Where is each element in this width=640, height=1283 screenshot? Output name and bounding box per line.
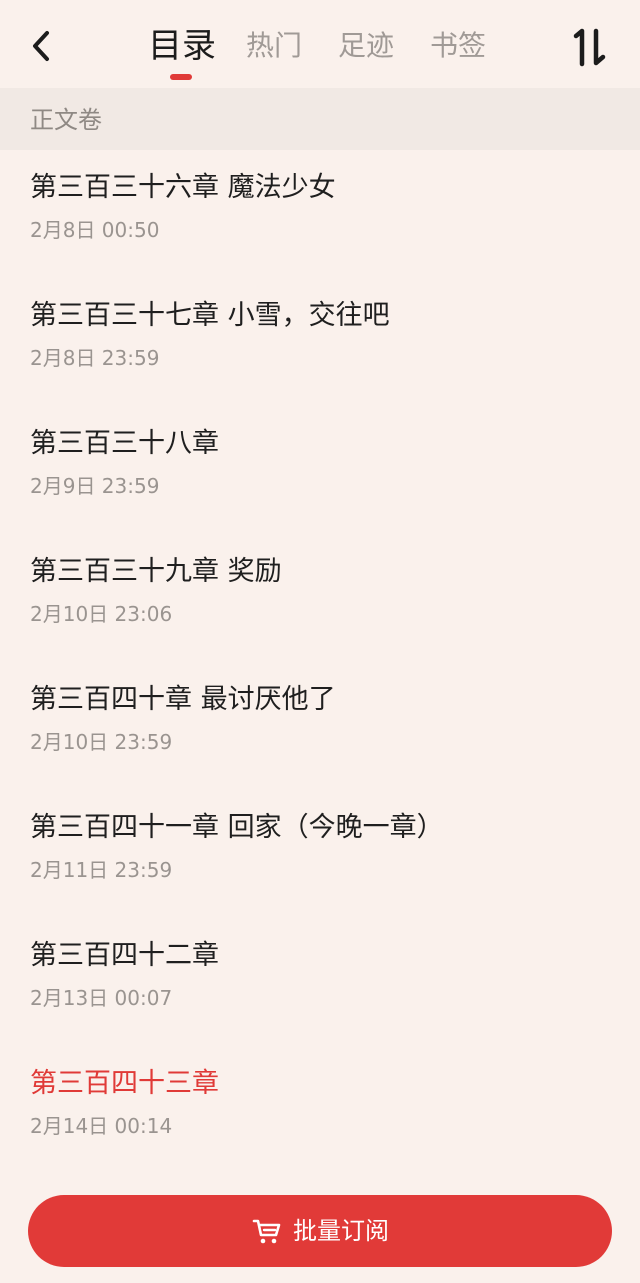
chapter-title: 第三百四十三章 bbox=[30, 1068, 219, 1099]
volume-header: 正文卷 bbox=[0, 88, 640, 150]
tab-bookmarks[interactable]: 书签 bbox=[430, 26, 486, 66]
sort-button[interactable] bbox=[568, 24, 612, 70]
chapter-item[interactable]: 第三百三十八章 2月9日 23:59 bbox=[0, 406, 640, 534]
chapter-title: 第三百三十六章 魔法少女 bbox=[30, 172, 336, 203]
top-bar: 目录 热门 足迹 书签 bbox=[0, 0, 640, 88]
chapter-item[interactable]: 第三百四十章 最讨厌他了 2月10日 23:59 bbox=[0, 662, 640, 790]
chapter-date: 2月8日 23:59 bbox=[30, 346, 160, 370]
chapter-item[interactable]: 第三百三十九章 奖励 2月10日 23:06 bbox=[0, 534, 640, 662]
chapter-date: 2月10日 23:06 bbox=[30, 602, 173, 626]
shopping-cart-icon bbox=[252, 1219, 281, 1244]
chapter-date: 2月11日 23:59 bbox=[30, 858, 173, 882]
chapter-date: 2月14日 00:14 bbox=[30, 1114, 173, 1138]
tab-popular[interactable]: 热门 bbox=[246, 26, 302, 66]
bulk-subscribe-label: 批量订阅 bbox=[293, 1217, 389, 1245]
tab-bar: 目录 热门 足迹 书签 bbox=[0, 0, 640, 88]
chapter-date: 2月10日 23:59 bbox=[30, 730, 173, 754]
bulk-subscribe-button[interactable]: 批量订阅 bbox=[28, 1195, 612, 1267]
chapter-title: 第三百四十一章 回家（今晚一章） bbox=[30, 812, 444, 843]
chapter-date: 2月9日 23:59 bbox=[30, 474, 160, 498]
chapter-title: 第三百四十二章 bbox=[30, 940, 219, 971]
chapter-title: 第三百四十章 最讨厌他了 bbox=[30, 684, 336, 715]
chapter-item[interactable]: 第三百三十七章 小雪，交往吧 2月8日 23:59 bbox=[0, 278, 640, 406]
chapter-item[interactable]: 第三百三十六章 魔法少女 2月8日 00:50 bbox=[0, 150, 640, 278]
active-tab-indicator bbox=[170, 74, 192, 80]
chapter-title: 第三百三十八章 bbox=[30, 428, 219, 459]
chapter-item[interactable]: 第三百四十一章 回家（今晚一章） 2月11日 23:59 bbox=[0, 790, 640, 918]
chapter-title: 第三百三十七章 小雪，交往吧 bbox=[30, 300, 390, 331]
sort-order-icon bbox=[573, 28, 606, 67]
chapter-title: 第三百三十九章 奖励 bbox=[30, 556, 282, 587]
chapter-item-current[interactable]: 第三百四十三章 2月14日 00:14 bbox=[0, 1046, 640, 1174]
tab-catalog[interactable]: 目录 bbox=[148, 24, 216, 68]
tab-history[interactable]: 足迹 bbox=[338, 26, 394, 66]
volume-title: 正文卷 bbox=[30, 106, 102, 134]
chapter-item[interactable]: 第三百四十二章 2月13日 00:07 bbox=[0, 918, 640, 1046]
chapter-date: 2月13日 00:07 bbox=[30, 986, 173, 1010]
chapter-date: 2月8日 00:50 bbox=[30, 218, 160, 242]
